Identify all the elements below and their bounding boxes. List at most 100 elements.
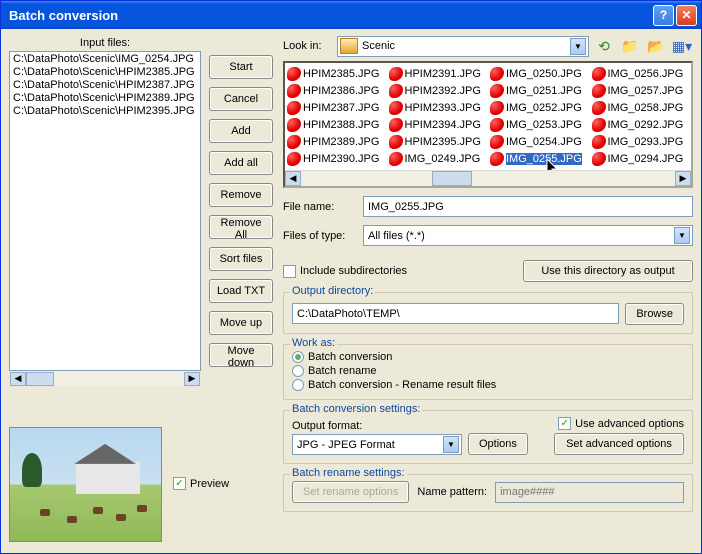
radio-icon xyxy=(292,365,304,377)
list-item[interactable]: C:\DataPhoto\Scenic\HPIM2389.JPG xyxy=(11,92,199,105)
file-item[interactable]: HPIM2393.JPG xyxy=(387,99,489,116)
scroll-thumb[interactable] xyxy=(26,372,54,386)
filename-input[interactable] xyxy=(363,196,693,217)
batch-rename-settings-legend: Batch rename settings: xyxy=(290,467,407,479)
remove-button[interactable]: Remove xyxy=(209,183,273,207)
filename-label: File name: xyxy=(283,201,355,213)
file-name: IMG_0254.JPG xyxy=(506,136,582,148)
include-subdirs-checkbox[interactable]: Include subdirectories xyxy=(283,265,407,278)
close-button[interactable]: ✕ xyxy=(676,5,697,26)
file-item[interactable]: IMG_0249.JPG xyxy=(387,150,489,167)
file-item[interactable]: HPIM2394.JPG xyxy=(387,116,489,133)
look-in-combo[interactable]: Scenic ▼ xyxy=(337,36,589,57)
move-up-button[interactable]: Move up xyxy=(209,311,273,335)
file-item[interactable]: IMG_0252.JPG xyxy=(488,99,590,116)
list-item[interactable]: C:\DataPhoto\Scenic\HPIM2385.JPG xyxy=(11,66,199,79)
list-item[interactable]: C:\DataPhoto\Scenic\IMG_0254.JPG xyxy=(11,53,199,66)
file-item[interactable]: IMG_0293.JPG xyxy=(590,133,692,150)
file-item[interactable]: IMG_0253.JPG xyxy=(488,116,590,133)
file-item[interactable]: HPIM2388.JPG xyxy=(285,116,387,133)
scroll-thumb[interactable] xyxy=(432,171,472,186)
file-name: IMG_0256.JPG xyxy=(608,68,684,80)
file-name: HPIM2385.JPG xyxy=(303,68,379,80)
help-button[interactable]: ? xyxy=(653,5,674,26)
image-file-icon xyxy=(389,84,403,98)
file-item[interactable]: HPIM2389.JPG xyxy=(285,133,387,150)
scroll-right-icon[interactable]: ▶ xyxy=(675,171,691,186)
add-button[interactable]: Add xyxy=(209,119,273,143)
input-files-list[interactable]: C:\DataPhoto\Scenic\IMG_0254.JPG C:\Data… xyxy=(9,51,201,371)
file-item[interactable]: HPIM2386.JPG xyxy=(285,82,387,99)
file-name: IMG_0250.JPG xyxy=(506,68,582,80)
radio-batch-rename[interactable]: Batch rename xyxy=(292,365,684,377)
radio-batch-conversion-rename[interactable]: Batch conversion - Rename result files xyxy=(292,379,684,391)
start-button[interactable]: Start xyxy=(209,55,273,79)
file-name: HPIM2387.JPG xyxy=(303,102,379,114)
radio-batch-conversion[interactable]: Batch conversion xyxy=(292,351,684,363)
file-item[interactable]: IMG_0255.JPG xyxy=(488,150,590,167)
file-name: IMG_0249.JPG xyxy=(405,153,481,165)
file-item[interactable]: IMG_0256.JPG xyxy=(590,65,692,82)
scroll-right-icon[interactable]: ▶ xyxy=(184,372,200,386)
preview-checkbox[interactable]: ✓ Preview xyxy=(173,477,229,490)
chevron-down-icon[interactable]: ▼ xyxy=(674,227,690,244)
scroll-left-icon[interactable]: ◀ xyxy=(10,372,26,386)
view-menu-icon[interactable]: ▦▾ xyxy=(671,35,693,57)
file-item[interactable]: HPIM2392.JPG xyxy=(387,82,489,99)
file-name: HPIM2390.JPG xyxy=(303,153,379,165)
filetype-select[interactable]: All files (*.*) ▼ xyxy=(363,225,693,246)
name-pattern-input xyxy=(495,482,684,503)
image-file-icon xyxy=(490,67,504,81)
move-down-button[interactable]: Move down xyxy=(209,343,273,367)
load-txt-button[interactable]: Load TXT xyxy=(209,279,273,303)
use-directory-output-button[interactable]: Use this directory as output xyxy=(523,260,693,282)
window: Batch conversion ? ✕ Input files: C:\Dat… xyxy=(0,0,702,554)
file-item[interactable]: HPIM2395.JPG xyxy=(387,133,489,150)
file-item[interactable]: HPIM2387.JPG xyxy=(285,99,387,116)
preview-thumbnail[interactable] xyxy=(9,427,162,542)
image-file-icon xyxy=(287,135,301,149)
file-name: IMG_0255.JPG xyxy=(506,153,582,165)
file-item[interactable]: IMG_0292.JPG xyxy=(590,116,692,133)
image-file-icon xyxy=(287,67,301,81)
scroll-left-icon[interactable]: ◀ xyxy=(285,171,301,186)
browser-scrollbar[interactable]: ◀ ▶ xyxy=(285,170,691,186)
file-item[interactable]: HPIM2390.JPG xyxy=(285,150,387,167)
file-browser[interactable]: HPIM2385.JPG HPIM2391.JPG IMG_0250.JPG IMG_… xyxy=(283,61,693,188)
filetype-label: Files of type: xyxy=(283,230,355,242)
folder-icon xyxy=(340,38,358,54)
options-button[interactable]: Options xyxy=(468,433,528,455)
image-file-icon xyxy=(592,152,606,166)
file-item[interactable]: IMG_0294.JPG xyxy=(590,150,692,167)
work-as-legend: Work as: xyxy=(290,337,337,349)
chevron-down-icon[interactable]: ▼ xyxy=(443,436,459,453)
add-all-button[interactable]: Add all xyxy=(209,151,273,175)
image-file-icon xyxy=(490,152,504,166)
file-item[interactable]: IMG_0254.JPG xyxy=(488,133,590,150)
chevron-down-icon[interactable]: ▼ xyxy=(570,38,586,55)
output-directory-input[interactable] xyxy=(292,303,619,324)
file-item[interactable]: IMG_0257.JPG xyxy=(590,82,692,99)
file-item[interactable]: HPIM2385.JPG xyxy=(285,65,387,82)
back-icon[interactable]: ⟲ xyxy=(593,35,615,57)
file-item[interactable]: HPIM2391.JPG xyxy=(387,65,489,82)
use-advanced-options-checkbox[interactable]: ✓ Use advanced options xyxy=(558,417,684,430)
remove-all-button[interactable]: Remove All xyxy=(209,215,273,239)
up-folder-icon[interactable]: 📁 xyxy=(619,35,641,57)
list-item[interactable]: C:\DataPhoto\Scenic\HPIM2387.JPG xyxy=(11,79,199,92)
titlebar[interactable]: Batch conversion ? ✕ xyxy=(1,1,701,29)
file-name: HPIM2386.JPG xyxy=(303,85,379,97)
browse-button[interactable]: Browse xyxy=(625,303,684,325)
set-advanced-options-button[interactable]: Set advanced options xyxy=(554,433,684,455)
file-item[interactable]: IMG_0250.JPG xyxy=(488,65,590,82)
list-item[interactable]: C:\DataPhoto\Scenic\HPIM2395.JPG xyxy=(11,105,199,118)
output-format-select[interactable]: JPG - JPEG Format ▼ xyxy=(292,434,462,455)
image-file-icon xyxy=(490,135,504,149)
checkbox-icon: ✓ xyxy=(173,477,186,490)
file-item[interactable]: IMG_0251.JPG xyxy=(488,82,590,99)
file-item[interactable]: IMG_0258.JPG xyxy=(590,99,692,116)
input-list-scrollbar[interactable]: ◀ ▶ xyxy=(9,371,201,387)
new-folder-icon[interactable]: 📂 xyxy=(645,35,667,57)
sort-files-button[interactable]: Sort files xyxy=(209,247,273,271)
cancel-button[interactable]: Cancel xyxy=(209,87,273,111)
